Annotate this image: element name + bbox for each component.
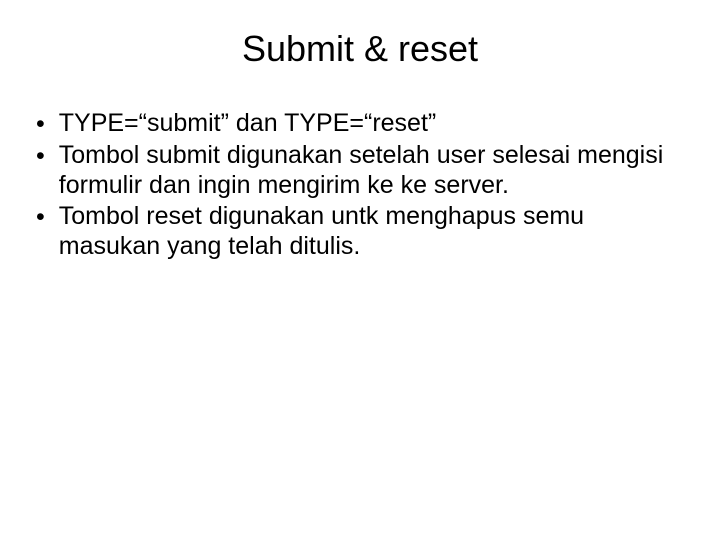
bullet-icon: • [36,141,45,172]
bullet-list: • TYPE=“submit” dan TYPE=“reset” • Tombo… [34,108,686,262]
list-item: • TYPE=“submit” dan TYPE=“reset” [34,108,686,140]
list-item: • Tombol submit digunakan setelah user s… [34,140,686,201]
bullet-icon: • [36,202,45,233]
bullet-icon: • [36,109,45,140]
slide: Submit & reset • TYPE=“submit” dan TYPE=… [0,0,720,540]
list-item: • Tombol reset digunakan untk menghapus … [34,201,686,262]
bullet-text: TYPE=“submit” dan TYPE=“reset” [59,108,686,139]
bullet-text: Tombol submit digunakan setelah user sel… [59,140,686,201]
slide-title: Submit & reset [34,28,686,70]
bullet-text: Tombol reset digunakan untk menghapus se… [59,201,686,262]
